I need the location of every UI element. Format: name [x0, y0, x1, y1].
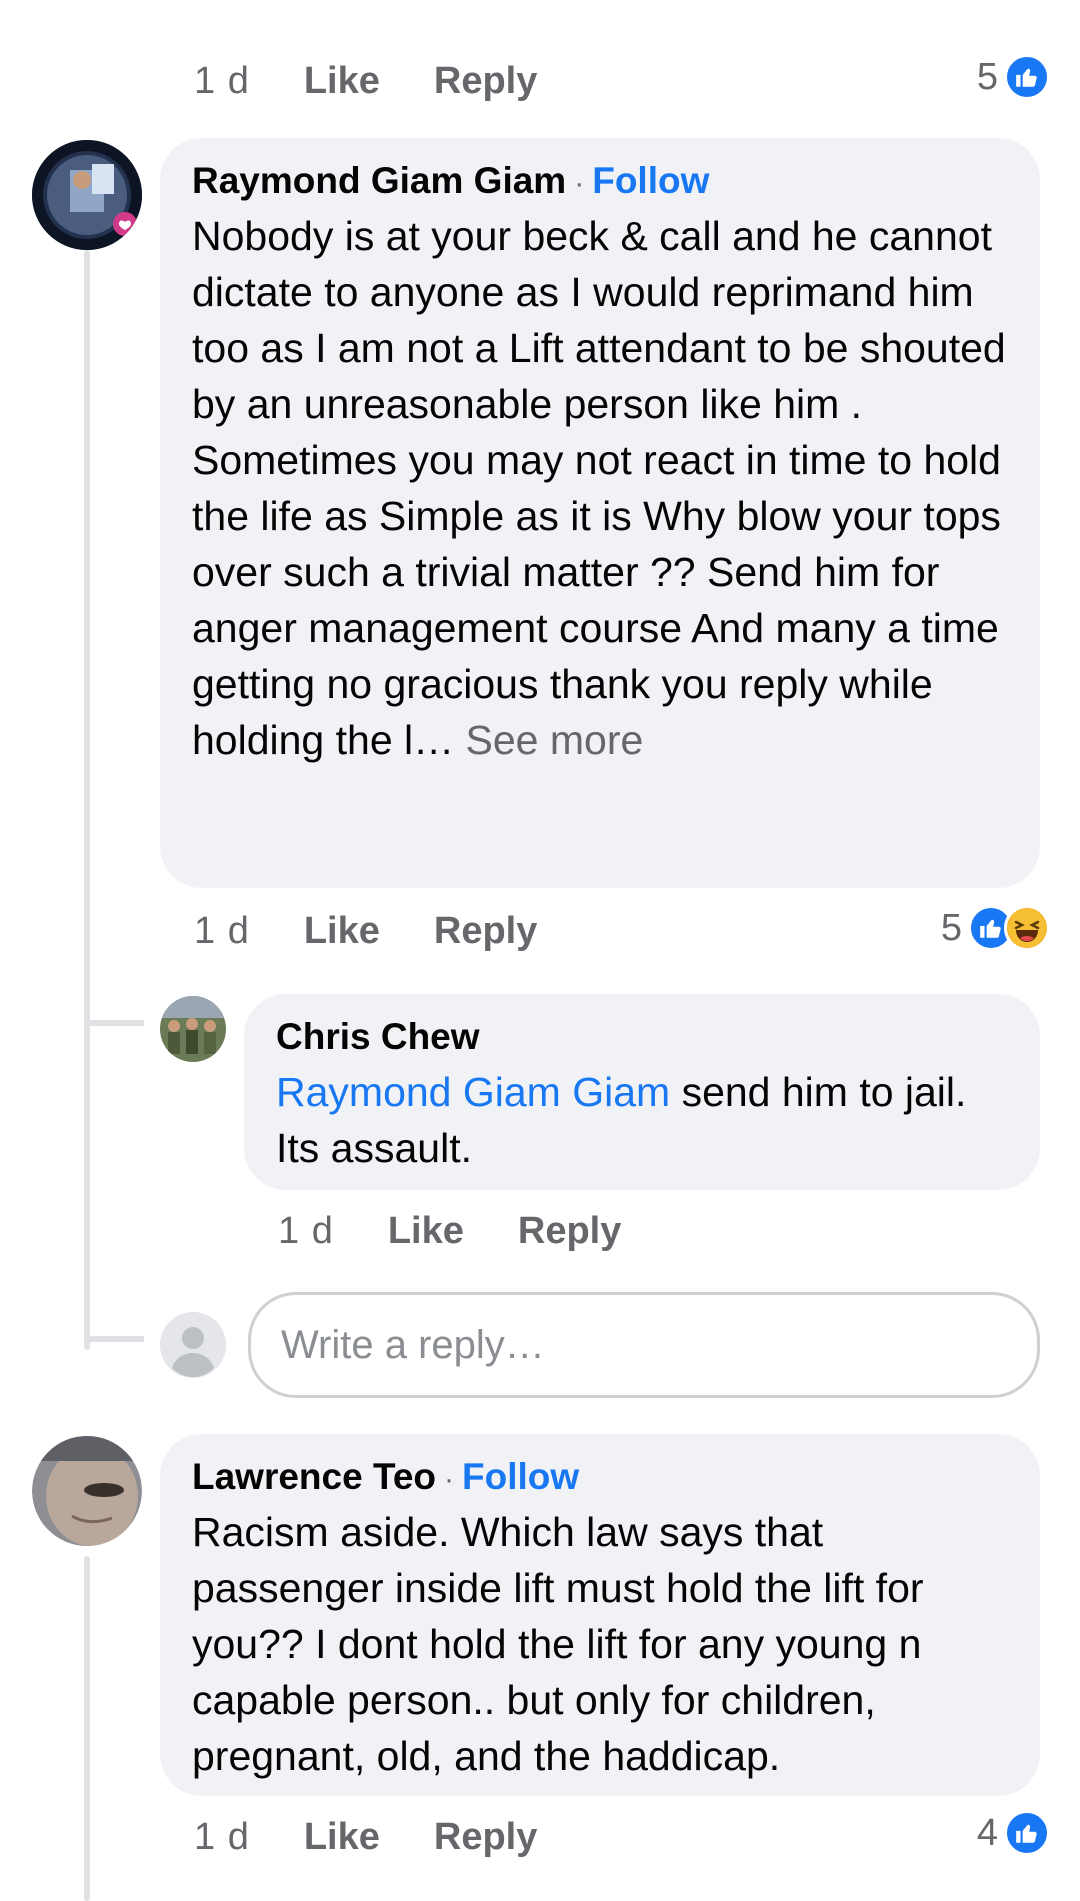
reply-author-row: Chris Chew [276, 1016, 480, 1058]
author-name[interactable]: Lawrence Teo [192, 1456, 436, 1498]
haha-reaction-icon [1004, 905, 1050, 951]
like-button[interactable]: Like [304, 60, 380, 103]
comment-meta-row: 1 d Like Reply [194, 906, 537, 956]
reply-text: Raymond Giam Giam send him to jail. Its … [276, 1064, 1016, 1176]
comment-bubble: Raymond Giam Giam · Follow Nobody is at … [160, 138, 1040, 888]
thread-line [84, 1556, 90, 1901]
comment-body: Nobody is at your beck & call and he can… [192, 213, 1006, 763]
reaction-summary[interactable]: 5 [900, 52, 1050, 102]
reply-button[interactable]: Reply [518, 1210, 621, 1253]
reply-input[interactable]: Write a reply… [248, 1292, 1040, 1398]
separator: · [444, 1463, 455, 1496]
timestamp: 1 d [194, 1815, 250, 1858]
avatar[interactable] [160, 996, 226, 1062]
like-button[interactable]: Like [304, 910, 380, 953]
reply-input-placeholder: Write a reply… [281, 1322, 545, 1367]
timestamp: 1 d [278, 1209, 334, 1252]
avatar[interactable] [32, 1436, 142, 1546]
comment-author-row: Raymond Giam Giam · Follow [192, 160, 709, 202]
like-button[interactable]: Like [388, 1210, 464, 1253]
reply-bubble: Chris Chew Raymond Giam Giam send him to… [244, 994, 1040, 1190]
reaction-summary[interactable]: 4 [900, 1808, 1050, 1858]
separator: · [574, 167, 585, 200]
follow-button[interactable]: Follow [462, 1456, 579, 1498]
comment-body: Racism aside. Which law says that passen… [192, 1509, 924, 1779]
comment-bubble: Lawrence Teo · Follow Racism aside. Whic… [160, 1434, 1040, 1796]
comment-text: Racism aside. Which law says that passen… [192, 1504, 1012, 1784]
like-reaction-icon [1004, 54, 1050, 100]
reply-button[interactable]: Reply [434, 910, 537, 953]
reaction-count: 4 [976, 1811, 998, 1854]
comment-meta-row: 1 d Like Reply [194, 1812, 537, 1862]
reaction-count: 5 [976, 55, 998, 98]
comment-meta-row: 1 d Like Reply [194, 56, 537, 106]
follow-button[interactable]: Follow [592, 160, 709, 202]
reply-button[interactable]: Reply [434, 60, 537, 103]
mention-link[interactable]: Raymond Giam Giam [276, 1069, 670, 1115]
avatar[interactable] [32, 140, 142, 250]
thread-branch [84, 1020, 144, 1026]
timestamp: 1 d [194, 59, 250, 102]
author-name[interactable]: Raymond Giam Giam [192, 160, 566, 202]
author-name[interactable]: Chris Chew [276, 1016, 480, 1058]
comment-text: Nobody is at your beck & call and he can… [192, 208, 1012, 768]
thread-branch [84, 1336, 144, 1342]
timestamp: 1 d [194, 909, 250, 952]
reply-button[interactable]: Reply [434, 1816, 537, 1859]
user-avatar-placeholder [160, 1312, 226, 1378]
comment-author-row: Lawrence Teo · Follow [192, 1456, 579, 1498]
reaction-summary[interactable]: 5 [880, 903, 1050, 953]
see-more-link[interactable]: See more [466, 717, 644, 763]
thread-line [84, 250, 90, 1350]
like-reaction-icon [1004, 1810, 1050, 1856]
like-button[interactable]: Like [304, 1816, 380, 1859]
reply-meta-row: 1 d Like Reply [278, 1206, 621, 1256]
reaction-count: 5 [940, 906, 962, 949]
